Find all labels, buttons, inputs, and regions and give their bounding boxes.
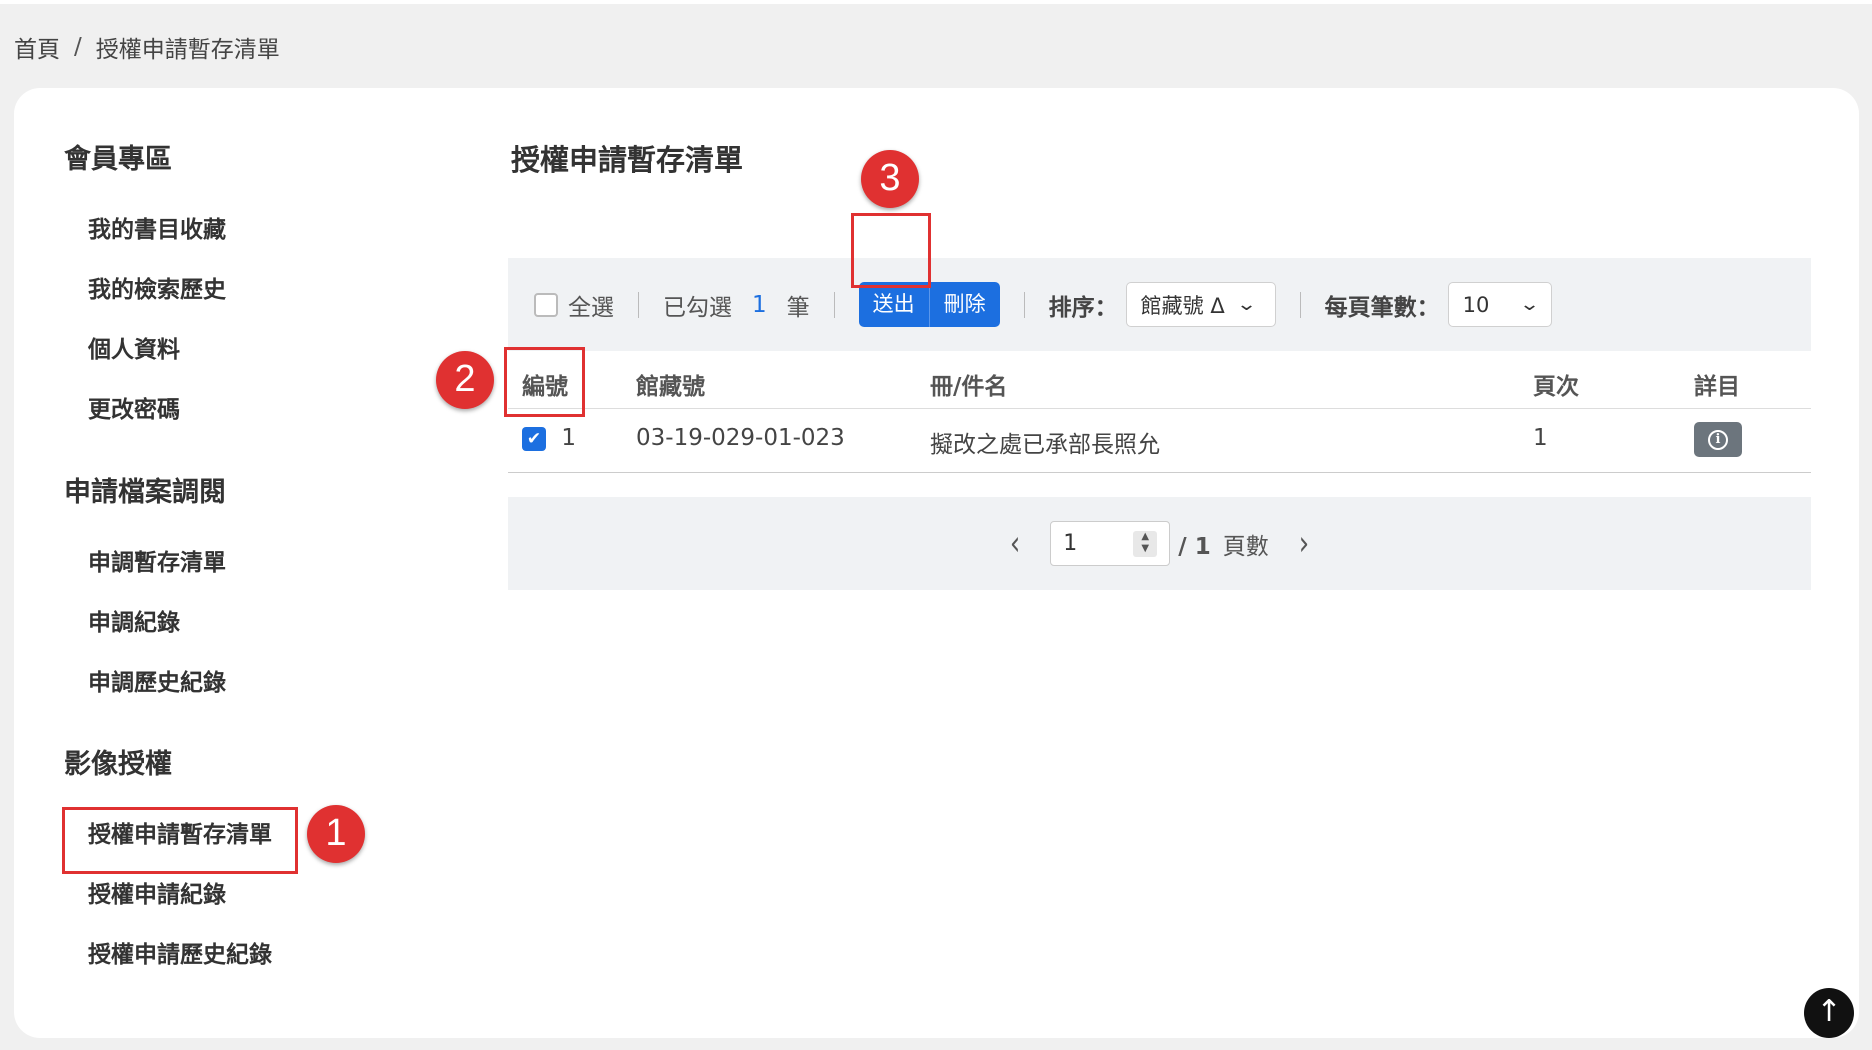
page-total-value: 1 [1194, 533, 1211, 560]
sidebar-item-request-history[interactable]: 申調歷史紀錄 [64, 653, 364, 713]
header-page: 頁次 [1533, 374, 1579, 400]
selected-prefix: 已勾選 [663, 294, 732, 321]
breadcrumb-current: 授權申請暫存清單 [95, 37, 280, 63]
row-no-cell: ✔ 1 [522, 425, 576, 451]
per-page-value: 10 [1462, 292, 1490, 317]
per-page-label: 每頁筆數： [1324, 294, 1440, 321]
per-page-select[interactable]: 10 ⌄ [1447, 282, 1552, 327]
sidebar-item-request-records[interactable]: 申調紀錄 [64, 593, 364, 653]
chevron-left-icon[interactable]: ‹ [1010, 524, 1020, 563]
sort-select[interactable]: 館藏號 Δ ⌄ [1125, 282, 1276, 327]
annotation-badge-3: 3 [861, 150, 919, 208]
action-buttons: 送出 刪除 [858, 282, 1000, 327]
sort-label: 排序： [1048, 294, 1118, 321]
header-no: 編號 [522, 374, 568, 400]
sidebar-section-image-license: 影像授權 授權申請暫存清單 授權申請紀錄 授權申請歷史紀錄 [64, 745, 272, 968]
chevron-right-icon[interactable]: › [1299, 524, 1309, 563]
sidebar-section-archive-request: 申請檔案調閱 申調暫存清單 申調紀錄 申調歷史紀錄 [64, 473, 226, 696]
row-call-number: 03-19-029-01-023 [636, 425, 845, 451]
sidebar-section-member: 會員專區 我的書目收藏 我的檢索歷史 個人資料 更改密碼 [64, 140, 226, 423]
divider [833, 291, 835, 318]
annotation-badge-2: 2 [436, 351, 494, 409]
chevron-down-icon: ⌄ [1518, 294, 1540, 315]
data-table: 編號 館藏號 冊/件名 頁次 詳目 ✔ 1 03-19-029-01-023 擬… [508, 355, 1811, 473]
row-checkbox[interactable]: ✔ [522, 426, 546, 451]
page-title: 授權申請暫存清單 [511, 143, 744, 177]
toolbar: 全選 已勾選 1 筆 送出 刪除 排序： 館藏號 Δ ⌄ 每頁筆數： 10 ⌄ [508, 258, 1811, 351]
sidebar-item-search-history[interactable]: 我的檢索歷史 [64, 260, 364, 320]
breadcrumb-separator: / [74, 34, 82, 60]
spinner-icon[interactable]: ▲ ▼ [1133, 531, 1158, 557]
page-total: / 1 頁數 [1178, 527, 1268, 561]
breadcrumb-home[interactable]: 首頁 [14, 30, 60, 64]
sidebar-item-profile[interactable]: 個人資料 [64, 320, 364, 380]
annotation-badge-1: 1 [307, 805, 365, 863]
page-number-value: 1 [1063, 531, 1078, 556]
header-detail: 詳目 [1694, 374, 1740, 400]
sidebar-item-request-cart[interactable]: 申調暫存清單 [64, 533, 364, 593]
divider [1299, 291, 1301, 318]
divider [638, 291, 639, 318]
selected-suffix: 筆 [786, 294, 810, 321]
sidebar-section-title: 會員專區 [64, 144, 172, 175]
select-all-label[interactable]: 全選 [568, 288, 614, 322]
select-all-checkbox[interactable] [534, 292, 558, 317]
send-button[interactable]: 送出 [858, 282, 929, 327]
header-call-number: 館藏號 [636, 374, 705, 400]
sidebar-item-bookmarks[interactable]: 我的書目收藏 [64, 200, 364, 260]
info-icon: i [1708, 429, 1728, 450]
page-number-input[interactable]: 1 ▲ ▼ [1050, 521, 1171, 566]
detail-button[interactable]: i [1694, 422, 1742, 457]
sort-value: 館藏號 Δ [1140, 293, 1225, 318]
divider [1023, 291, 1025, 318]
chevron-down-icon: ⌄ [1235, 294, 1257, 315]
sidebar-section-title: 影像授權 [64, 749, 172, 780]
row-no: 1 [561, 425, 576, 451]
pagination: ‹ 1 ▲ ▼ / 1 頁數 › [508, 497, 1811, 590]
header-title: 冊/件名 [930, 374, 1008, 400]
selected-count: 1 [752, 291, 767, 318]
sidebar-section-title: 申請檔案調閱 [64, 477, 226, 508]
row-title: 擬改之處已承部長照允 [930, 432, 1160, 458]
row-page: 1 [1533, 425, 1548, 451]
page-total-prefix: / [1178, 533, 1187, 560]
sidebar-item-license-records[interactable]: 授權申請紀錄 [64, 865, 364, 925]
content-card: 會員專區 我的書目收藏 我的檢索歷史 個人資料 更改密碼 申請檔案調閱 申調暫存… [14, 88, 1859, 1038]
table-row: ✔ 1 03-19-029-01-023 擬改之處已承部長照允 1 i [508, 409, 1811, 473]
main-content: 授權申請暫存清單 全選 已勾選 1 筆 送出 刪除 排序： 館藏號 Δ ⌄ 每頁… [508, 140, 1823, 590]
sidebar-item-license-history[interactable]: 授權申請歷史紀錄 [64, 925, 364, 985]
page-total-label: 頁數 [1222, 533, 1269, 560]
table-header: 編號 館藏號 冊/件名 頁次 詳目 [508, 355, 1811, 409]
breadcrumb: 首頁 / 授權申請暫存清單 [14, 30, 280, 64]
scroll-to-top-button[interactable]: ↑ [1804, 988, 1854, 1038]
delete-button[interactable]: 刪除 [928, 282, 1000, 327]
sidebar-item-change-password[interactable]: 更改密碼 [64, 380, 364, 440]
